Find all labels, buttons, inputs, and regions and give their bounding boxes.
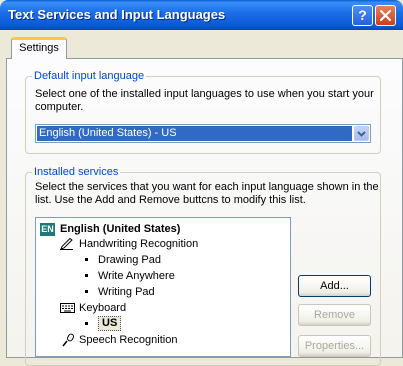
dropdown-arrow-icon	[357, 131, 366, 137]
installed-services-description-line1: Select the services that you want for ea…	[35, 181, 379, 193]
window-title: Text Services and Input Languages	[8, 7, 226, 22]
installed-services-description: Select the services that you want for ea…	[35, 181, 379, 207]
default-language-description-line2: computer.	[35, 101, 84, 113]
bullet-icon	[85, 274, 88, 277]
properties-button[interactable]: Properties...	[298, 335, 371, 357]
remove-button[interactable]: Remove	[298, 304, 371, 326]
tree-item-us[interactable]: US	[98, 316, 122, 331]
bullet-icon	[85, 322, 88, 325]
tree-item-write-anywhere[interactable]: Write Anywhere	[98, 269, 175, 283]
help-button[interactable]: ?	[352, 5, 373, 26]
tree-item-drawing-pad[interactable]: Drawing Pad	[98, 253, 161, 267]
add-button[interactable]: Add...	[298, 275, 371, 297]
keyboard-icon	[60, 303, 75, 313]
tree-item-language[interactable]: English (United States)	[60, 222, 180, 236]
bullet-icon	[85, 290, 88, 293]
pen-icon	[60, 238, 73, 250]
title-bar[interactable]: Text Services and Input Languages ?	[0, 0, 403, 30]
tree-item-writing-pad[interactable]: Writing Pad	[98, 285, 155, 299]
close-button[interactable]	[375, 5, 396, 26]
help-icon: ?	[358, 7, 367, 23]
default-input-language-legend: Default input language	[34, 70, 145, 82]
dropdown-button[interactable]	[354, 126, 369, 141]
close-icon	[380, 10, 391, 21]
installed-services-tree[interactable]: EN English (United States) Handwriting R…	[35, 217, 291, 357]
default-language-select[interactable]: English (United States) - US	[35, 124, 371, 143]
tab-settings[interactable]: Settings	[11, 37, 67, 59]
microphone-icon	[62, 333, 74, 347]
installed-services-legend: Installed services	[34, 166, 119, 178]
tree-item-speech-recognition[interactable]: Speech Recognition	[79, 333, 177, 347]
bullet-icon	[85, 258, 88, 261]
installed-services-description-line2: list. Use the Add and Remove buttcns to …	[35, 194, 306, 206]
default-language-description: Select one of the installed input langua…	[35, 88, 374, 114]
tab-settings-label: Settings	[19, 42, 59, 54]
default-language-selected-value: English (United States) - US	[37, 126, 352, 141]
tree-item-keyboard[interactable]: Keyboard	[79, 301, 126, 315]
language-badge-icon: EN	[40, 223, 55, 236]
default-language-description-line1: Select one of the installed input langua…	[35, 88, 374, 100]
tree-item-handwriting-recognition[interactable]: Handwriting Recognition	[79, 237, 198, 251]
